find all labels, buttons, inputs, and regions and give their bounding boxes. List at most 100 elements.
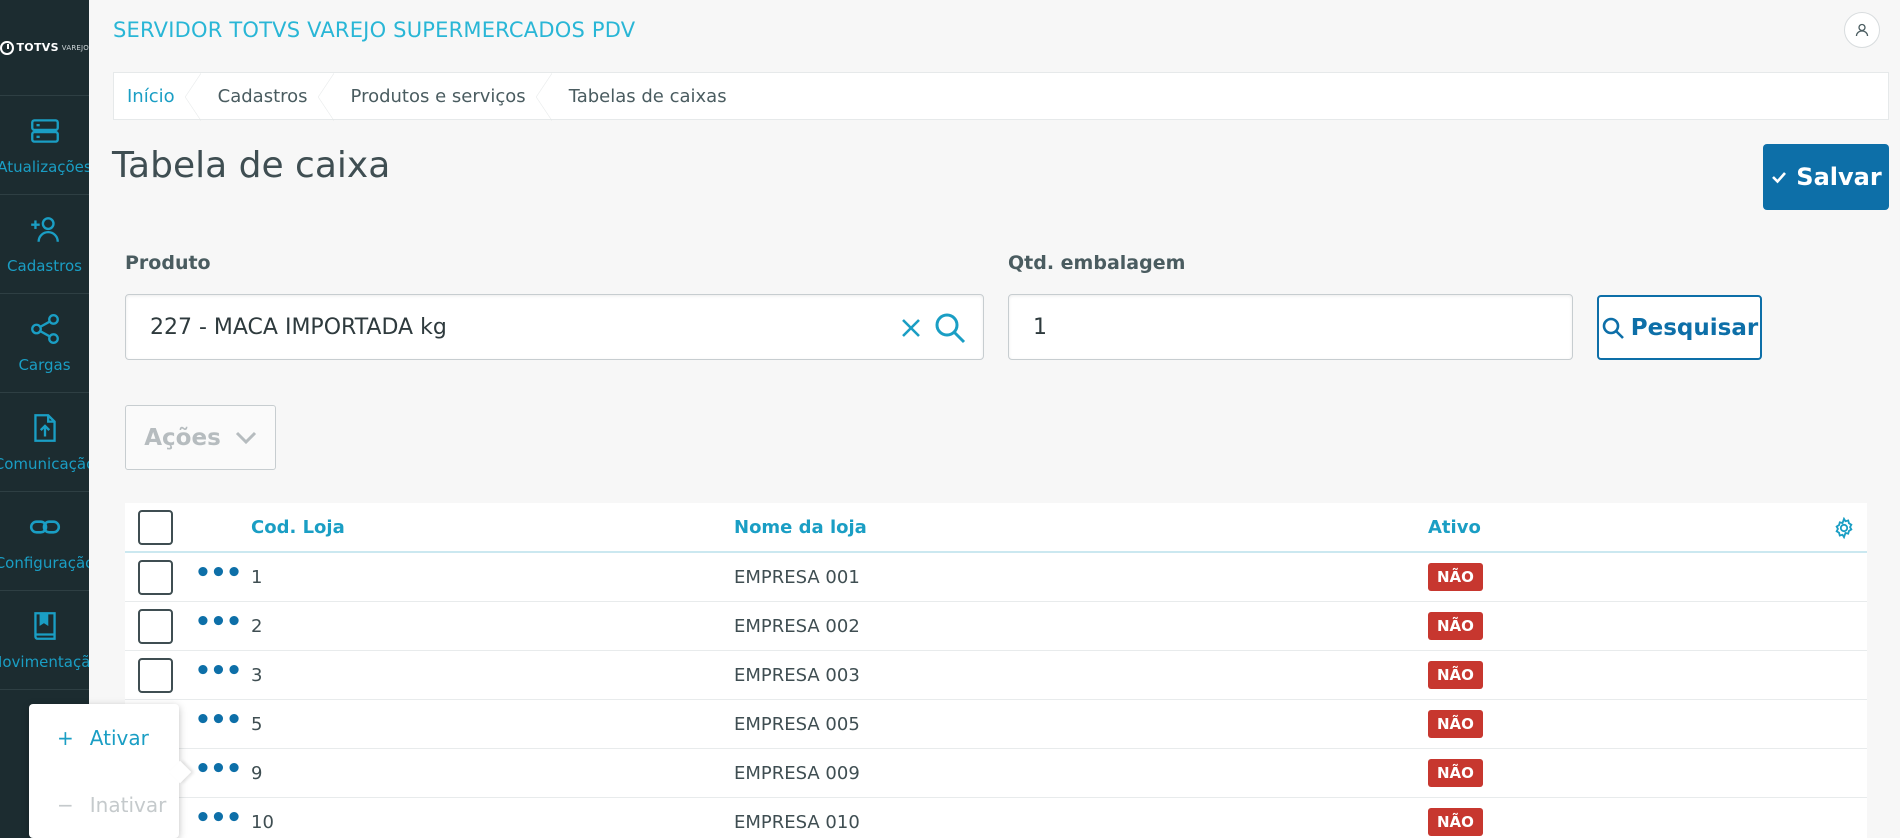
cell-cod-loja: 9 [251, 762, 263, 784]
inativar-label: Inativar [89, 792, 167, 817]
row-actions-icon[interactable]: ••• [185, 609, 251, 635]
sidebar-item-cadastros[interactable]: Cadastros [0, 195, 89, 294]
row-checkbox[interactable] [137, 608, 173, 644]
cell-cod-loja: 1 [251, 566, 263, 588]
status-badge: NÃO [1428, 563, 1483, 591]
link-icon [29, 520, 60, 534]
search-icon[interactable] [933, 311, 967, 345]
save-button-label: Salvar [1796, 163, 1882, 191]
breadcrumb-item-cadastros[interactable]: Cadastros [205, 73, 326, 119]
sidebar-item-movimentacao[interactable]: Movimentação [0, 591, 89, 690]
cell-cod-loja: 10 [251, 811, 274, 833]
cell-cod-loja: 2 [251, 615, 263, 637]
header-nome-loja[interactable]: Nome da loja [734, 517, 867, 538]
breadcrumb-item-produtos[interactable]: Produtos e serviços [338, 73, 544, 119]
totvs-logo[interactable]: TOTVS VAREJO [0, 0, 89, 96]
sidebar-item-configuracao[interactable]: Configuração [0, 492, 89, 591]
breadcrumb-item-current: Tabelas de caixas [568, 85, 727, 107]
save-button[interactable]: Salvar [1763, 144, 1889, 210]
sidebar-item-label: Configuração [0, 554, 89, 572]
sidebar-item-label: Movimentação [0, 653, 89, 671]
cell-cod-loja: 3 [251, 664, 263, 686]
qtd-embalagem-input[interactable]: 1 [1008, 294, 1573, 360]
inativar-menu-item[interactable]: − Inativar [29, 771, 179, 838]
cell-nome-loja: EMPRESA 010 [734, 811, 860, 833]
table-row[interactable]: ••• 2 EMPRESA 002 NÃO [125, 602, 1867, 651]
share-icon [30, 314, 59, 344]
totvs-logo-icon [0, 40, 14, 55]
cell-ativo: NÃO [1428, 612, 1483, 640]
select-all-cell [125, 509, 185, 545]
cell-nome-loja: EMPRESA 002 [734, 615, 860, 637]
select-all-checkbox[interactable] [137, 509, 173, 545]
acoes-label: Ações [144, 424, 221, 451]
row-actions-icon[interactable]: ••• [185, 707, 251, 733]
row-select-cell [125, 657, 185, 693]
produto-value: 227 - MACA IMPORTADA kg [150, 314, 447, 340]
clear-icon[interactable] [899, 316, 923, 340]
status-badge: NÃO [1428, 612, 1483, 640]
status-badge: NÃO [1428, 808, 1483, 836]
cell-ativo: NÃO [1428, 661, 1483, 689]
status-badge: NÃO [1428, 759, 1483, 787]
sidebar-item-label: Comunicação [0, 455, 89, 473]
row-actions-popup: + Ativar − Inativar [29, 704, 179, 838]
sidebar-item-label: Atualizações [0, 158, 89, 176]
book-icon [33, 612, 56, 640]
page-title: Tabela de caixa [112, 145, 391, 186]
ativar-menu-item[interactable]: + Ativar [29, 704, 179, 771]
row-select-cell [125, 559, 185, 595]
sidebar-item-comunicacao[interactable]: Comunicação [0, 393, 89, 492]
status-badge: NÃO [1428, 661, 1483, 689]
status-badge: NÃO [1428, 710, 1483, 738]
row-actions-icon[interactable]: ••• [185, 658, 251, 684]
ativar-label: Ativar [89, 725, 149, 750]
cell-nome-loja: EMPRESA 001 [734, 566, 860, 588]
user-icon [1855, 23, 1869, 37]
header-ativo[interactable]: Ativo [1428, 517, 1481, 538]
cell-ativo: NÃO [1428, 710, 1483, 738]
cell-nome-loja: EMPRESA 009 [734, 762, 860, 784]
breadcrumb-separator [317, 73, 338, 121]
sidebar-item-label: Cadastros [7, 257, 82, 275]
add-user-icon [30, 217, 59, 242]
lojas-table: Cod. Loja Nome da loja Ativo ••• 1 EMPRE… [125, 503, 1867, 838]
server-icon [30, 119, 59, 143]
table-row[interactable]: ••• 1 EMPRESA 001 NÃO [125, 553, 1867, 602]
app-title: SERVIDOR TOTVS VAREJO SUPERMERCADOS PDV [113, 18, 636, 42]
check-icon [1772, 172, 1787, 184]
row-checkbox[interactable] [137, 559, 173, 595]
breadcrumb: Início Cadastros Produtos e serviços Tab… [113, 72, 1889, 121]
cell-ativo: NÃO [1428, 759, 1483, 787]
produto-input-icons [899, 311, 967, 345]
row-select-cell [125, 608, 185, 644]
breadcrumb-item-inicio[interactable]: Início [114, 73, 193, 119]
table-row[interactable]: ••• 9 EMPRESA 009 NÃO [125, 749, 1867, 798]
pesquisar-button[interactable]: Pesquisar [1597, 295, 1762, 360]
row-actions-icon[interactable]: ••• [185, 756, 251, 782]
row-actions-icon[interactable]: ••• [185, 560, 251, 586]
produto-input[interactable]: 227 - MACA IMPORTADA kg [125, 294, 984, 360]
logo-subtext: VAREJO [61, 43, 89, 52]
header-cod-loja[interactable]: Cod. Loja [251, 517, 345, 538]
cell-cod-loja: 5 [251, 713, 263, 735]
chevron-down-icon [235, 431, 256, 444]
table-row[interactable]: ••• 5 EMPRESA 005 NÃO [125, 700, 1867, 749]
gear-icon[interactable] [1833, 517, 1855, 539]
minus-icon: − [57, 792, 74, 817]
qtd-embalagem-label: Qtd. embalagem [1008, 252, 1186, 274]
sidebar-item-atualizacoes[interactable]: Atualizações [0, 96, 89, 195]
cell-ativo: NÃO [1428, 808, 1483, 836]
cell-nome-loja: EMPRESA 005 [734, 713, 860, 735]
qtd-embalagem-value: 1 [1033, 314, 1047, 340]
acoes-dropdown[interactable]: Ações [125, 405, 276, 470]
breadcrumb-separator [184, 73, 205, 121]
row-checkbox[interactable] [137, 657, 173, 693]
row-actions-icon[interactable]: ••• [185, 805, 251, 831]
search-icon [1602, 317, 1624, 339]
sidebar-item-label: Cargas [18, 356, 71, 374]
sidebar-item-cargas[interactable]: Cargas [0, 294, 89, 393]
table-row[interactable]: ••• 10 EMPRESA 010 NÃO [125, 798, 1867, 838]
table-row[interactable]: ••• 3 EMPRESA 003 NÃO [125, 651, 1867, 700]
user-avatar[interactable] [1844, 12, 1880, 48]
